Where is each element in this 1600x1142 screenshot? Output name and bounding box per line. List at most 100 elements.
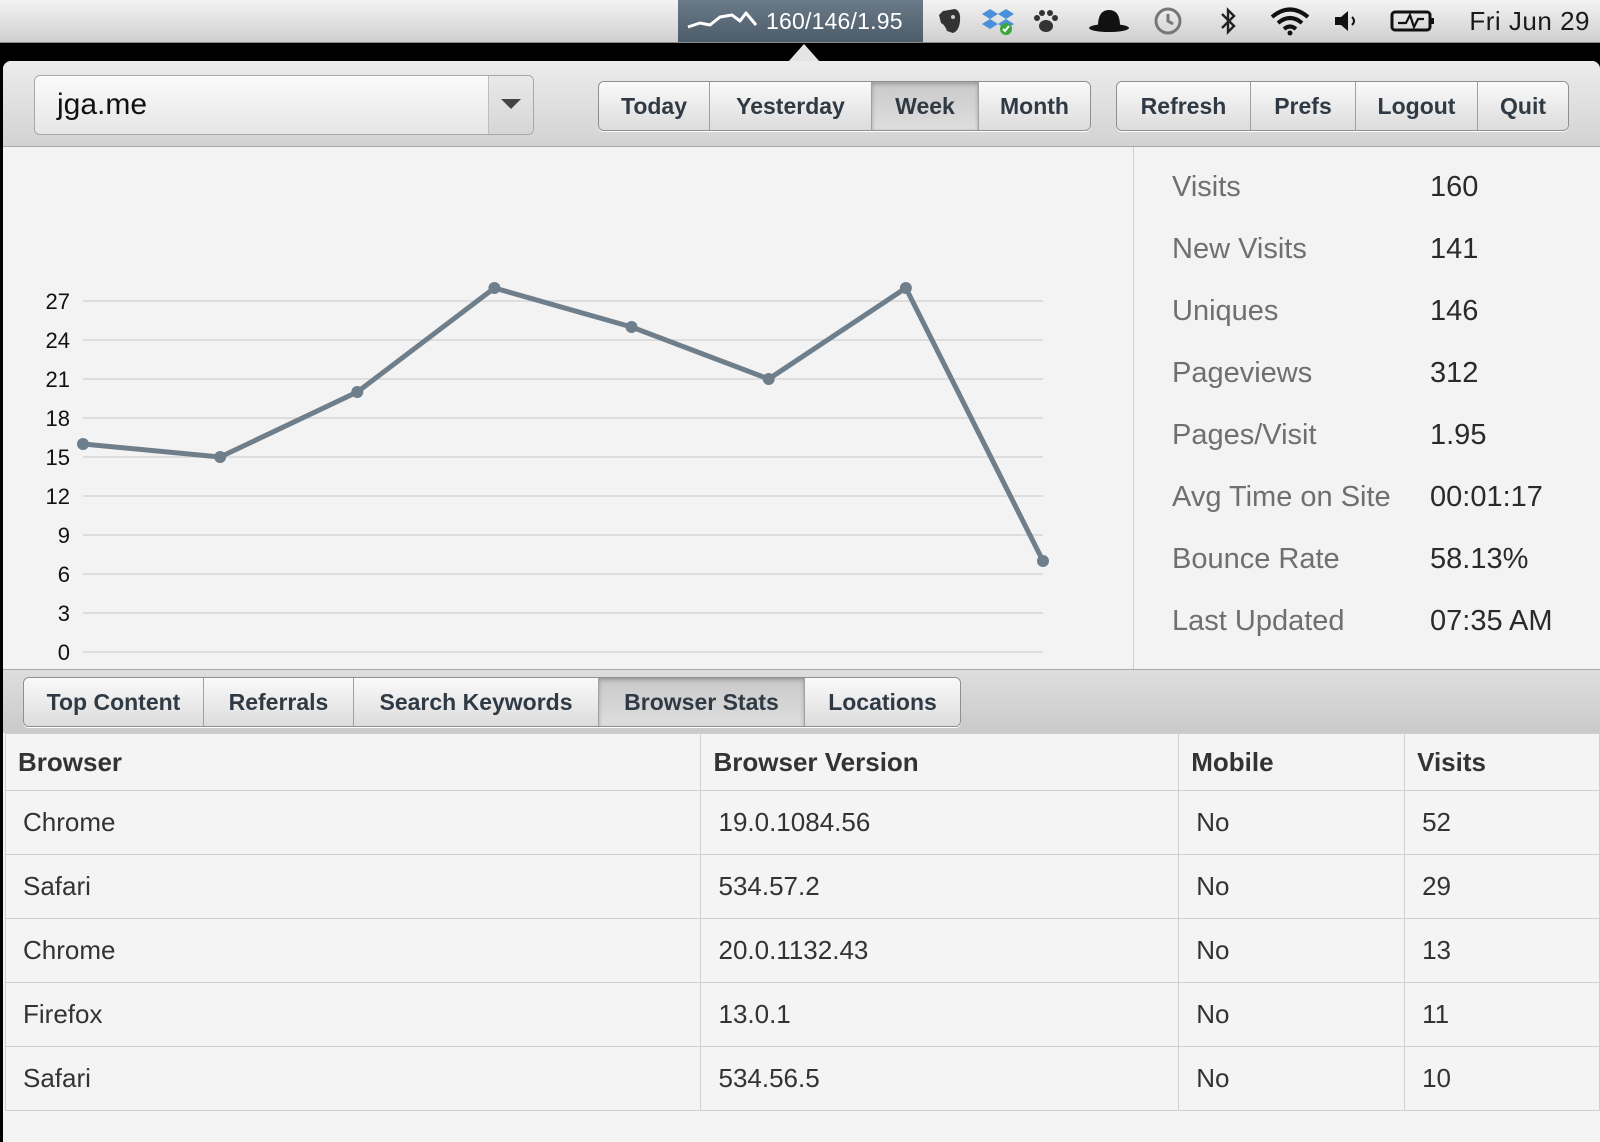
table-row[interactable]: Chrome 19.0.1084.56 No 52 <box>4 790 1600 855</box>
stat-label: Pages/Visit <box>1172 419 1317 451</box>
site-selector-dropdown[interactable] <box>488 76 533 134</box>
visits-line-chart: 03691215182124272223242526272829 <box>46 282 1055 692</box>
analytics-popover: jga.me Today Yesterday Week Month Refres… <box>3 61 1600 1142</box>
cell-browser: Safari <box>4 1046 702 1111</box>
table-row[interactable]: Safari 534.56.5 No 10 <box>4 1046 1600 1111</box>
column-header-mobile[interactable]: Mobile <box>1178 733 1406 791</box>
cell-visits: 10 <box>1404 1046 1600 1111</box>
actions-segmented-control: Refresh Prefs Logout Quit <box>1116 81 1569 131</box>
y-tick-label: 12 <box>46 484 70 509</box>
chevron-down-icon <box>501 99 521 109</box>
cell-visits: 52 <box>1404 790 1600 855</box>
data-point <box>625 321 638 333</box>
report-tabs: Top Content Referrals Search Keywords Br… <box>23 677 961 727</box>
data-point <box>1037 555 1049 567</box>
logout-button[interactable]: Logout <box>1356 82 1478 130</box>
quit-button[interactable]: Quit <box>1478 82 1568 130</box>
sparkline-icon <box>687 11 758 29</box>
bowler-hat-icon[interactable] <box>1088 5 1130 37</box>
column-header-browser[interactable]: Browser <box>4 733 702 791</box>
y-tick-label: 15 <box>46 445 70 470</box>
series-line <box>80 285 1046 564</box>
y-tick-label: 27 <box>46 289 70 314</box>
volume-icon[interactable] <box>1330 5 1362 37</box>
stat-new-visits: New Visits 141 <box>1172 233 1592 273</box>
y-tick-label: 24 <box>46 328 70 353</box>
tab-browser-stats[interactable]: Browser Stats <box>599 678 805 726</box>
growl-paw-icon[interactable] <box>1030 5 1062 37</box>
wifi-icon[interactable] <box>1268 5 1312 37</box>
site-selector[interactable]: jga.me <box>34 75 534 135</box>
tab-locations[interactable]: Locations <box>805 678 960 726</box>
tab-referrals[interactable]: Referrals <box>204 678 354 726</box>
stat-value: 141 <box>1430 233 1479 265</box>
stat-uniques: Uniques 146 <box>1172 295 1592 335</box>
data-point <box>77 438 89 450</box>
cell-visits: 29 <box>1404 854 1600 919</box>
cell-mobile: No <box>1178 790 1406 855</box>
column-header-visits[interactable]: Visits <box>1404 733 1600 791</box>
y-tick-label: 9 <box>58 523 70 548</box>
range-month-button[interactable]: Month <box>979 82 1090 130</box>
stat-visits: Visits 160 <box>1172 171 1592 211</box>
cell-browser: Safari <box>4 854 702 919</box>
table-row[interactable]: Safari 534.57.2 No 29 <box>4 854 1600 919</box>
stat-value: 00:01:17 <box>1430 481 1543 513</box>
cell-browser-version: 534.56.5 <box>700 1046 1180 1111</box>
cell-mobile: No <box>1178 1046 1406 1111</box>
site-selector-value: jga.me <box>57 88 148 121</box>
stat-label: Avg Time on Site <box>1172 481 1391 513</box>
battery-icon[interactable] <box>1390 5 1436 37</box>
cell-mobile: No <box>1178 982 1406 1047</box>
menubar-stats-text: 160/146/1.95 <box>766 7 903 34</box>
cell-mobile: No <box>1178 854 1406 919</box>
cell-browser-version: 13.0.1 <box>700 982 1180 1047</box>
range-yesterday-button[interactable]: Yesterday <box>710 82 872 130</box>
table-row[interactable]: Chrome 20.0.1132.43 No 13 <box>4 918 1600 983</box>
menubar-clock[interactable]: Fri Jun 29 <box>1469 6 1590 37</box>
stat-label: Uniques <box>1172 295 1279 327</box>
range-today-button[interactable]: Today <box>599 82 710 130</box>
cell-visits: 11 <box>1404 982 1600 1047</box>
evernote-icon[interactable] <box>934 5 966 37</box>
column-header-browser-version[interactable]: Browser Version <box>700 733 1180 791</box>
stat-value: 07:35 AM <box>1430 605 1553 637</box>
y-tick-label: 3 <box>58 601 70 626</box>
prefs-button[interactable]: Prefs <box>1251 82 1356 130</box>
analytics-menu-extra[interactable]: 160/146/1.95 <box>678 0 923 42</box>
stat-pages-per-visit: Pages/Visit 1.95 <box>1172 419 1592 459</box>
bluetooth-icon[interactable] <box>1212 5 1244 37</box>
data-point <box>488 282 501 294</box>
stat-label: Bounce Rate <box>1172 543 1340 575</box>
tab-search-keywords[interactable]: Search Keywords <box>354 678 599 726</box>
range-week-button[interactable]: Week <box>872 82 979 130</box>
cell-browser-version: 534.57.2 <box>700 854 1180 919</box>
stat-avg-time-on-site: Avg Time on Site 00:01:17 <box>1172 481 1592 521</box>
stat-value: 1.95 <box>1430 419 1487 451</box>
date-range-segmented-control: Today Yesterday Week Month <box>598 81 1091 131</box>
report-tab-bar: Top Content Referrals Search Keywords Br… <box>3 669 1600 734</box>
time-machine-icon[interactable] <box>1152 5 1184 37</box>
browser-stats-table-container: Browser Browser Version Mobile Visits Ch… <box>3 733 1600 1142</box>
visits-chart-area: 03691215182124272223242526272829 <box>3 147 1133 692</box>
cell-browser-version: 19.0.1084.56 <box>700 790 1180 855</box>
stat-label: Last Updated <box>1172 605 1345 637</box>
data-point <box>214 451 227 463</box>
tab-top-content[interactable]: Top Content <box>24 678 204 726</box>
stat-label: Visits <box>1172 171 1241 203</box>
cell-browser: Firefox <box>4 982 702 1047</box>
browser-stats-table: Browser Browser Version Mobile Visits Ch… <box>4 733 1600 1111</box>
refresh-button[interactable]: Refresh <box>1117 82 1251 130</box>
cell-browser-version: 20.0.1132.43 <box>700 918 1180 983</box>
stat-pageviews: Pageviews 312 <box>1172 357 1592 397</box>
table-row[interactable]: Firefox 13.0.1 No 11 <box>4 982 1600 1047</box>
y-tick-label: 21 <box>46 367 70 392</box>
dropbox-icon[interactable] <box>982 5 1014 37</box>
stats-panel: Visits 160 New Visits 141 Uniques 146 Pa… <box>1133 147 1600 669</box>
cell-mobile: No <box>1178 918 1406 983</box>
cell-visits: 13 <box>1404 918 1600 983</box>
stat-bounce-rate: Bounce Rate 58.13% <box>1172 543 1592 583</box>
stat-label: New Visits <box>1172 233 1307 265</box>
toolbar: jga.me Today Yesterday Week Month Refres… <box>3 61 1600 147</box>
cell-browser: Chrome <box>4 790 702 855</box>
